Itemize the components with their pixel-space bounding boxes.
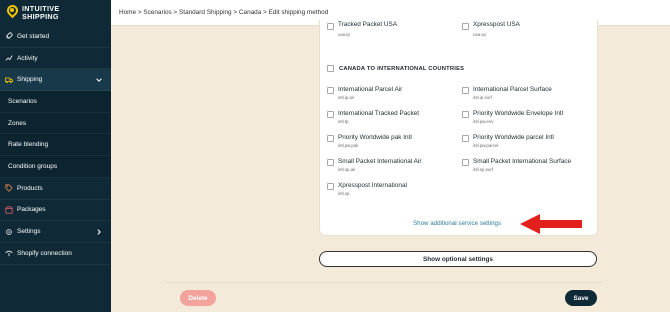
sidebar-item-label: Condition groups bbox=[8, 162, 58, 170]
sidebar-item-shipping[interactable]: Shipping bbox=[0, 69, 111, 92]
tag-icon bbox=[5, 184, 13, 192]
truck-icon bbox=[5, 76, 13, 84]
checkbox[interactable] bbox=[462, 87, 469, 94]
checkbox[interactable] bbox=[462, 135, 469, 142]
breadcrumb-text[interactable]: Home > Scenarios > Standard Shipping > C… bbox=[119, 9, 328, 16]
sidebar-item-shopify-connection[interactable]: Shopify connection bbox=[0, 243, 111, 265]
arrow-left-icon bbox=[520, 214, 582, 234]
package-icon bbox=[5, 206, 13, 214]
footer-divider bbox=[166, 282, 603, 283]
section-select-all-checkbox[interactable] bbox=[327, 65, 334, 72]
sidebar-item-label: Settings bbox=[17, 228, 41, 236]
sidebar-item-get-started[interactable]: Get started bbox=[0, 26, 111, 48]
sidebar: INTUITIVE SHIPPING Get started Activity … bbox=[0, 0, 111, 312]
show-optional-settings-button[interactable]: Show optional settings bbox=[319, 251, 597, 267]
delete-button[interactable]: Delete bbox=[180, 290, 216, 306]
sidebar-item-label: Shopify connection bbox=[17, 249, 72, 257]
sidebar-item-rate-blending[interactable]: Rate blending bbox=[0, 134, 111, 157]
sidebar-item-activity[interactable]: Activity bbox=[0, 48, 111, 70]
plug-icon bbox=[5, 249, 13, 257]
show-additional-settings-link[interactable]: Show additional service settings bbox=[413, 220, 501, 227]
checkbox[interactable] bbox=[462, 111, 469, 118]
sidebar-item-label: Scenarios bbox=[8, 97, 37, 105]
checkbox[interactable] bbox=[327, 159, 334, 166]
location-pin-icon bbox=[4, 2, 21, 21]
sidebar-item-zones[interactable]: Zones bbox=[0, 112, 111, 135]
checkbox[interactable] bbox=[327, 111, 334, 118]
checkbox[interactable] bbox=[462, 159, 469, 166]
sidebar-item-label: Get started bbox=[17, 32, 50, 40]
checkbox[interactable] bbox=[462, 23, 469, 30]
checkbox[interactable] bbox=[327, 135, 334, 142]
chevron-down-icon bbox=[96, 78, 102, 83]
sidebar-item-settings[interactable]: Settings bbox=[0, 221, 111, 243]
activity-icon bbox=[5, 54, 13, 62]
sidebar-item-products[interactable]: Products bbox=[0, 178, 111, 200]
checkbox[interactable] bbox=[327, 23, 334, 30]
sidebar-item-condition-groups[interactable]: Condition groups bbox=[0, 156, 111, 178]
rocket-icon bbox=[5, 32, 13, 40]
sidebar-item-label: Packages bbox=[17, 206, 46, 214]
sidebar-item-label: Zones bbox=[8, 119, 27, 127]
brand-line2: SHIPPING bbox=[22, 12, 59, 21]
shipping-options-card bbox=[319, 20, 598, 236]
sidebar-item-packages[interactable]: Packages bbox=[0, 200, 111, 222]
save-button[interactable]: Save bbox=[565, 290, 597, 306]
chevron-right-icon bbox=[97, 229, 101, 235]
sidebar-item-label: Activity bbox=[17, 54, 38, 62]
sidebar-item-label: Shipping bbox=[17, 76, 43, 84]
sidebar-item-label: Rate blending bbox=[8, 141, 49, 149]
brand-logo[interactable]: INTUITIVE SHIPPING bbox=[0, 0, 111, 26]
gear-icon bbox=[5, 228, 13, 236]
section-title: CANADA TO INTERNATIONAL COUNTRIES bbox=[339, 66, 465, 72]
sidebar-item-scenarios[interactable]: Scenarios bbox=[0, 91, 111, 113]
checkbox[interactable] bbox=[327, 183, 334, 190]
checkbox[interactable] bbox=[327, 87, 334, 94]
sidebar-item-label: Products bbox=[17, 184, 43, 192]
